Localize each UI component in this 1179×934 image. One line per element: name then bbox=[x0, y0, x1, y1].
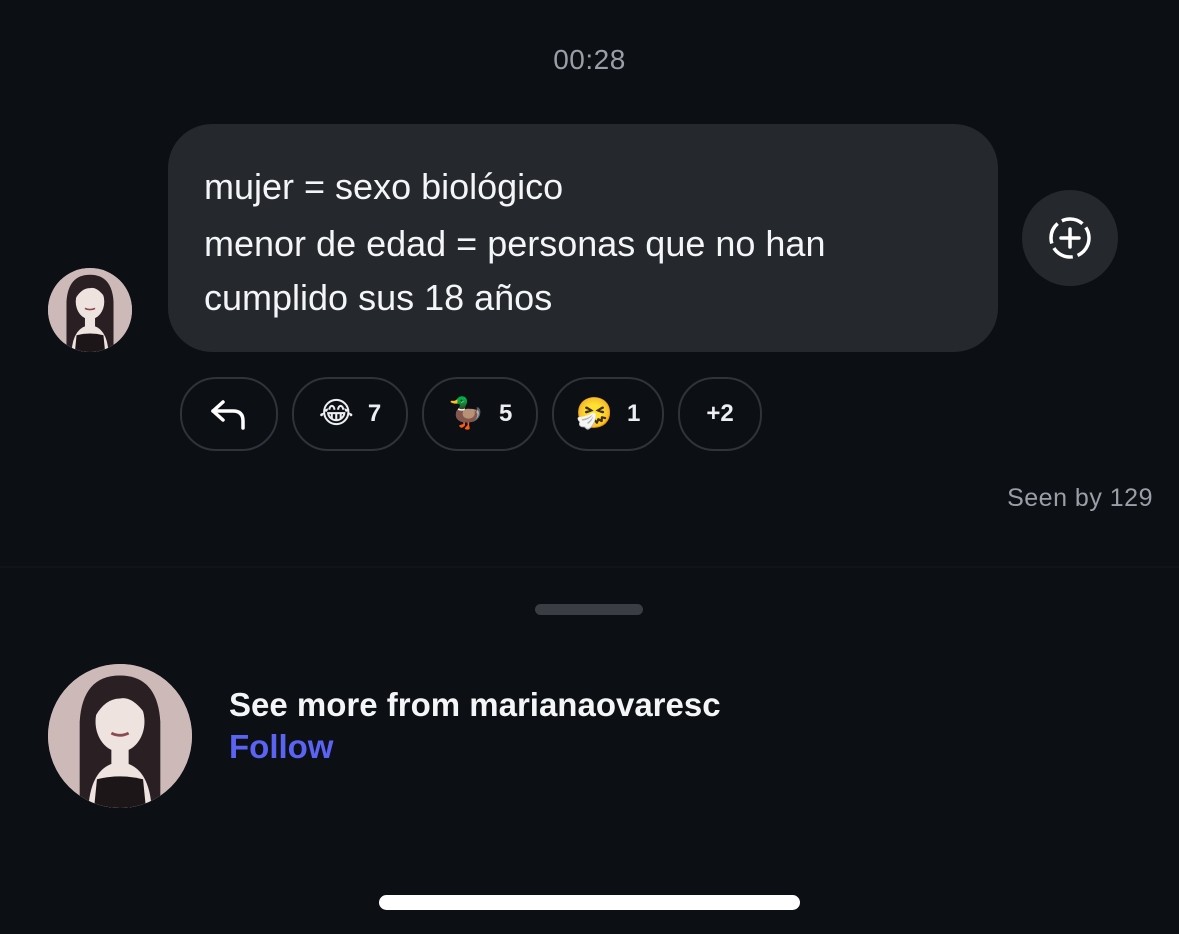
reaction-sneezing[interactable]: 🤧 1 bbox=[552, 377, 664, 451]
avatar-illustration bbox=[48, 268, 132, 352]
follow-button[interactable]: Follow bbox=[229, 728, 333, 766]
message-line-2: menor de edad = personas que no han cump… bbox=[204, 223, 826, 318]
see-more-text: See more from marianaovaresc bbox=[229, 686, 721, 723]
reaction-count: 5 bbox=[499, 400, 513, 427]
sender-avatar[interactable] bbox=[48, 268, 132, 352]
sheet-drag-handle[interactable] bbox=[535, 604, 643, 615]
message-timestamp: 00:28 bbox=[553, 44, 626, 75]
home-indicator[interactable] bbox=[379, 895, 800, 910]
reaction-bar: 😂 7 🦆 5 🤧 1 +2 bbox=[180, 377, 762, 451]
add-reaction-button[interactable] bbox=[1022, 190, 1118, 286]
profile-avatar[interactable] bbox=[48, 664, 192, 808]
reaction-duck[interactable]: 🦆 5 bbox=[422, 377, 538, 451]
add-reaction-icon bbox=[1049, 217, 1091, 259]
message-bubble[interactable]: mujer = sexo biológico menor de edad = p… bbox=[168, 124, 998, 352]
more-reactions-button[interactable]: +2 bbox=[678, 377, 762, 451]
duck-emoji-icon: 🦆 bbox=[447, 397, 485, 430]
reaction-laughing[interactable]: 😂 7 bbox=[292, 377, 408, 451]
sneezing-face-emoji-icon: 🤧 bbox=[575, 397, 613, 430]
section-divider bbox=[0, 566, 1179, 568]
seen-by-count: Seen by 129 bbox=[1007, 484, 1153, 512]
message-line-1: mujer = sexo biológico bbox=[204, 166, 564, 207]
laughing-tears-emoji-icon: 😂 bbox=[318, 397, 354, 430]
avatar-illustration bbox=[48, 664, 192, 808]
reaction-count: 7 bbox=[367, 400, 382, 427]
reply-button[interactable] bbox=[180, 377, 278, 451]
reaction-count: 1 bbox=[627, 400, 641, 427]
reply-arrow-icon bbox=[211, 400, 245, 430]
